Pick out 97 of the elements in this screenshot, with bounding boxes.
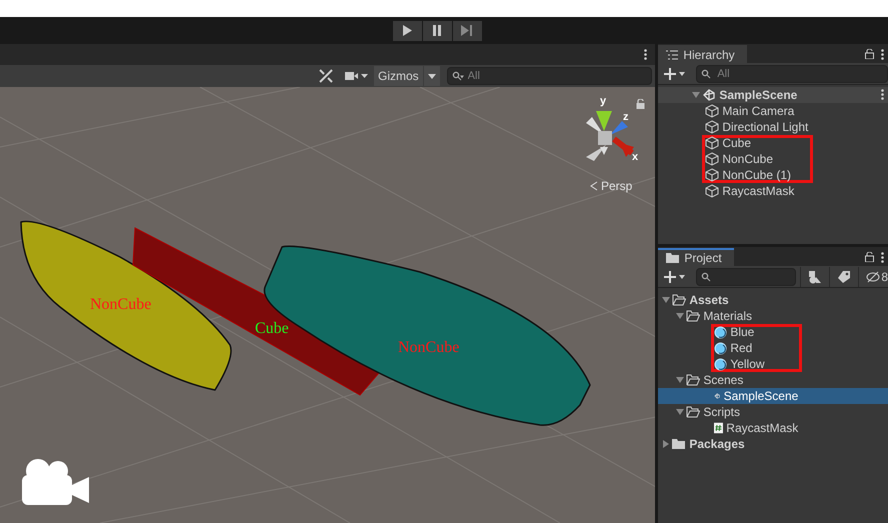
tab-label[interactable]: Hierarchy (683, 48, 735, 62)
lock-icon[interactable] (865, 252, 874, 262)
play-icon[interactable] (402, 25, 412, 36)
folder-icon[interactable] (666, 253, 680, 263)
plus-icon[interactable] (664, 68, 686, 80)
object-label: NonCube (398, 339, 460, 356)
item-label[interactable]: Yellow (730, 358, 765, 370)
item-label[interactable]: Scripts (703, 406, 740, 418)
projection-toggle[interactable]: Persp (590, 179, 632, 193)
search-field[interactable]: All (696, 64, 888, 82)
item-label[interactable]: RaycastMask (726, 422, 798, 434)
project-item[interactable]: Packages (669, 436, 760, 452)
object-label: Cube (255, 320, 289, 337)
item-label[interactable]: NonCube (722, 153, 774, 165)
axis-label: z (623, 111, 628, 123)
cube-icon (705, 136, 720, 150)
lock-icon[interactable] (865, 49, 874, 59)
cube-icon (705, 104, 720, 118)
project-item[interactable]: RaycastMask (711, 420, 802, 436)
folder-icon (686, 374, 700, 386)
tab-label[interactable]: Project (684, 251, 722, 265)
more-options-icon[interactable] (881, 48, 884, 60)
hidden-count[interactable]: 8 (881, 270, 888, 284)
hierarchy-item[interactable]: NonCube (1) (702, 167, 814, 183)
camera-icon (22, 459, 89, 505)
item-label[interactable]: Assets (689, 294, 729, 306)
tools-icon[interactable] (318, 68, 334, 84)
projection-label[interactable]: Persp (601, 179, 632, 193)
hierarchy-item[interactable]: Main Camera (702, 103, 814, 119)
expand-arrow-icon[interactable] (676, 376, 684, 384)
item-label[interactable]: Red (730, 342, 752, 354)
caret-icon[interactable] (428, 74, 436, 78)
video-camera-icon[interactable] (345, 70, 369, 82)
search-field[interactable] (696, 268, 796, 286)
project-item[interactable]: Scripts (683, 404, 774, 420)
expand-arrow-icon[interactable] (662, 296, 670, 304)
project-item[interactable]: Assets (669, 292, 760, 308)
pause-icon[interactable] (432, 25, 442, 36)
more-options-icon[interactable] (881, 252, 884, 262)
gizmos-menu-button[interactable] (424, 66, 440, 86)
expand-arrow-icon[interactable] (662, 440, 670, 448)
cube-icon (705, 152, 720, 166)
chevron-left-icon[interactable] (590, 181, 598, 191)
more-options-icon[interactable] (881, 89, 884, 100)
search-icon (701, 272, 712, 282)
script-icon (714, 421, 724, 435)
hierarchy-item[interactable]: NonCube (702, 151, 814, 167)
project-item[interactable]: Materials (683, 308, 774, 324)
project-item[interactable]: Red (711, 340, 802, 356)
folder-icon (686, 406, 700, 418)
item-label[interactable]: Cube (722, 137, 751, 149)
project-item[interactable]: Scenes (683, 372, 774, 388)
more-options-icon[interactable] (644, 49, 648, 60)
material-sphere-icon (714, 326, 728, 338)
material-sphere-icon (714, 358, 728, 370)
folder-icon (672, 294, 686, 306)
axis-label: y (600, 95, 606, 107)
expand-arrow-icon[interactable] (676, 408, 684, 416)
item-label[interactable]: Packages (689, 438, 745, 450)
hidden-packages-toggle[interactable]: 8 (858, 266, 888, 286)
scene-icon (702, 88, 716, 102)
list-icon[interactable] (666, 50, 678, 60)
search-field[interactable]: All (446, 67, 652, 85)
tag-icon[interactable] (837, 270, 852, 284)
item-label[interactable]: RaycastMask (722, 185, 794, 197)
project-item[interactable]: Yellow (711, 356, 802, 372)
item-label[interactable]: Directional Light (722, 121, 808, 133)
pause-button[interactable] (422, 20, 452, 40)
object-label: NonCube (90, 296, 152, 313)
item-label[interactable]: Materials (703, 310, 752, 322)
project-tab[interactable]: Project (658, 248, 734, 266)
shapes-icon[interactable] (808, 270, 822, 284)
hierarchy-item[interactable]: Cube (702, 135, 814, 151)
cube-icon (705, 120, 720, 134)
cube-icon (705, 168, 720, 182)
plus-icon[interactable] (664, 270, 686, 282)
item-label[interactable]: Scenes (703, 374, 744, 386)
project-item[interactable]: Blue (711, 324, 802, 340)
hierarchy-item[interactable]: Directional Light (702, 119, 814, 135)
item-label[interactable]: Blue (730, 326, 754, 338)
eye-slash-icon[interactable] (866, 270, 880, 282)
hierarchy-item[interactable]: RaycastMask (702, 183, 814, 199)
step-icon[interactable] (461, 25, 473, 36)
gizmos-dropdown[interactable]: Gizmos (374, 66, 423, 86)
search-icon (452, 71, 464, 81)
folder-icon (686, 310, 700, 322)
expand-arrow-icon[interactable] (692, 91, 700, 99)
cube-icon (705, 184, 720, 198)
hierarchy-tab[interactable]: Hierarchy (658, 45, 747, 63)
axis-label: x (632, 151, 638, 163)
play-button[interactable] (392, 20, 422, 40)
item-label[interactable]: NonCube (1) (722, 169, 792, 181)
folder-icon (672, 438, 686, 450)
step-button[interactable] (452, 20, 482, 40)
item-label[interactable]: Main Camera (722, 105, 794, 117)
material-sphere-icon (714, 342, 728, 354)
expand-arrow-icon[interactable] (676, 312, 684, 320)
